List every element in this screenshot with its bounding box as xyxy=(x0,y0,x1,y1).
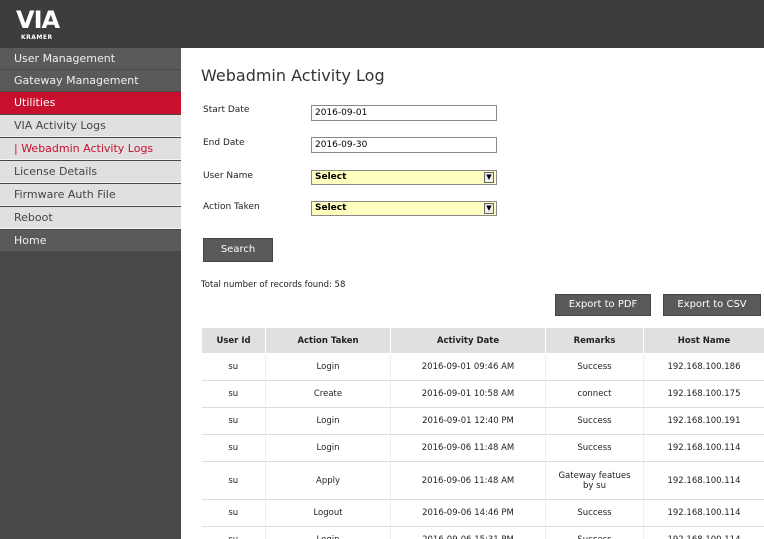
cell-host-name: 192.168.100.114 xyxy=(643,434,764,462)
cell-action-taken: Login xyxy=(265,353,391,381)
export-pdf-button[interactable]: Export to PDF xyxy=(555,294,651,316)
records-count: Total number of records found: 58 xyxy=(201,280,346,290)
cell-remarks: connect xyxy=(545,380,644,408)
cell-host-name: 192.168.100.175 xyxy=(643,380,764,408)
cell-activity-date: 2016-09-01 09:46 AM xyxy=(390,353,546,381)
table-row: su Create 2016-09-01 10:58 AM connect 19… xyxy=(201,380,764,408)
action-taken-select-value: Select xyxy=(315,203,347,213)
start-date-input[interactable]: 2016-09-01 xyxy=(311,105,497,121)
sidebar-item-firmware-auth-file[interactable]: Firmware Auth File xyxy=(0,184,181,206)
cell-action-taken: Login xyxy=(265,434,391,462)
via-logo[interactable]: VIA KRAMER xyxy=(16,6,60,46)
table-row: su Login 2016-09-01 12:40 PM Success 192… xyxy=(201,407,764,435)
cell-user-id: su xyxy=(201,434,266,462)
cell-user-id: su xyxy=(201,461,266,500)
cell-action-taken: Logout xyxy=(265,499,391,527)
chevron-down-icon[interactable]: ▼ xyxy=(484,203,494,214)
export-csv-button[interactable]: Export to CSV xyxy=(663,294,761,316)
column-header-activity-date[interactable]: Activity Date xyxy=(390,327,546,354)
cell-remarks: Success xyxy=(545,407,644,435)
activity-log-table: User Id Action Taken Activity Date Remar… xyxy=(201,327,764,539)
action-taken-label: Action Taken xyxy=(203,202,260,212)
sidebar-item-reboot[interactable]: Reboot xyxy=(0,207,181,229)
table-header-row: User Id Action Taken Activity Date Remar… xyxy=(201,327,764,354)
table-row: su Login 2016-09-01 09:46 AM Success 192… xyxy=(201,353,764,381)
cell-remarks: Success xyxy=(545,499,644,527)
cell-user-id: su xyxy=(201,380,266,408)
cell-host-name: 192.168.100.191 xyxy=(643,407,764,435)
logo-text: VIA xyxy=(16,6,60,34)
cell-user-id: su xyxy=(201,526,266,539)
cell-host-name: 192.168.100.114 xyxy=(643,526,764,539)
sidebar-item-webadmin-activity-logs[interactable]: | Webadmin Activity Logs xyxy=(0,138,181,160)
cell-activity-date: 2016-09-06 15:31 PM xyxy=(390,526,546,539)
table-row: su Logout 2016-09-06 14:46 PM Success 19… xyxy=(201,499,764,527)
cell-remarks: Success xyxy=(545,526,644,539)
end-date-input[interactable]: 2016-09-30 xyxy=(311,137,497,153)
sidebar-item-utilities[interactable]: Utilities xyxy=(0,92,181,114)
end-date-label: End Date xyxy=(203,138,245,148)
cell-remarks: Success xyxy=(545,434,644,462)
column-header-action-taken[interactable]: Action Taken xyxy=(265,327,391,354)
cell-activity-date: 2016-09-06 14:46 PM xyxy=(390,499,546,527)
user-name-label: User Name xyxy=(203,171,253,181)
cell-activity-date: 2016-09-01 12:40 PM xyxy=(390,407,546,435)
sidebar-item-home[interactable]: Home xyxy=(0,230,181,252)
user-name-select-value: Select xyxy=(315,172,347,182)
table-row: su Apply 2016-09-06 11:48 AM Gateway fea… xyxy=(201,461,764,500)
sidebar-item-via-activity-logs[interactable]: VIA Activity Logs xyxy=(0,115,181,137)
table-row: su Login 2016-09-06 11:48 AM Success 192… xyxy=(201,434,764,462)
chevron-down-icon[interactable]: ▼ xyxy=(484,172,494,183)
cell-action-taken: Create xyxy=(265,380,391,408)
cell-remarks: Success xyxy=(545,353,644,381)
cell-activity-date: 2016-09-06 11:48 AM xyxy=(390,434,546,462)
top-bar: VIA KRAMER xyxy=(0,0,764,48)
action-taken-select[interactable]: Select ▼ xyxy=(311,201,497,216)
column-header-host-name[interactable]: Host Name xyxy=(643,327,764,354)
cell-action-taken: Apply xyxy=(265,461,391,500)
sidebar-item-user-management[interactable]: User Management xyxy=(0,48,181,70)
page-title: Webadmin Activity Log xyxy=(201,66,385,85)
cell-user-id: su xyxy=(201,353,266,381)
search-button[interactable]: Search xyxy=(203,238,273,262)
table-row: su Login 2016-09-06 15:31 PM Success 192… xyxy=(201,526,764,539)
cell-host-name: 192.168.100.114 xyxy=(643,461,764,500)
main-content: Webadmin Activity Log Start Date 2016-09… xyxy=(181,48,764,539)
cell-host-name: 192.168.100.114 xyxy=(643,499,764,527)
logo-subtext: KRAMER xyxy=(21,34,53,41)
cell-user-id: su xyxy=(201,407,266,435)
cell-user-id: su xyxy=(201,499,266,527)
start-date-label: Start Date xyxy=(203,105,250,115)
sidebar-item-license-details[interactable]: License Details xyxy=(0,161,181,183)
column-header-remarks[interactable]: Remarks xyxy=(545,327,644,354)
column-header-user-id[interactable]: User Id xyxy=(201,327,266,354)
cell-action-taken: Login xyxy=(265,407,391,435)
sidebar-item-gateway-management[interactable]: Gateway Management xyxy=(0,70,181,92)
cell-remarks: Gateway featues by su xyxy=(545,461,644,500)
user-name-select[interactable]: Select ▼ xyxy=(311,170,497,185)
sidebar: User Management Gateway Management Utili… xyxy=(0,48,181,539)
cell-activity-date: 2016-09-06 11:48 AM xyxy=(390,461,546,500)
cell-action-taken: Login xyxy=(265,526,391,539)
cell-activity-date: 2016-09-01 10:58 AM xyxy=(390,380,546,408)
cell-host-name: 192.168.100.186 xyxy=(643,353,764,381)
